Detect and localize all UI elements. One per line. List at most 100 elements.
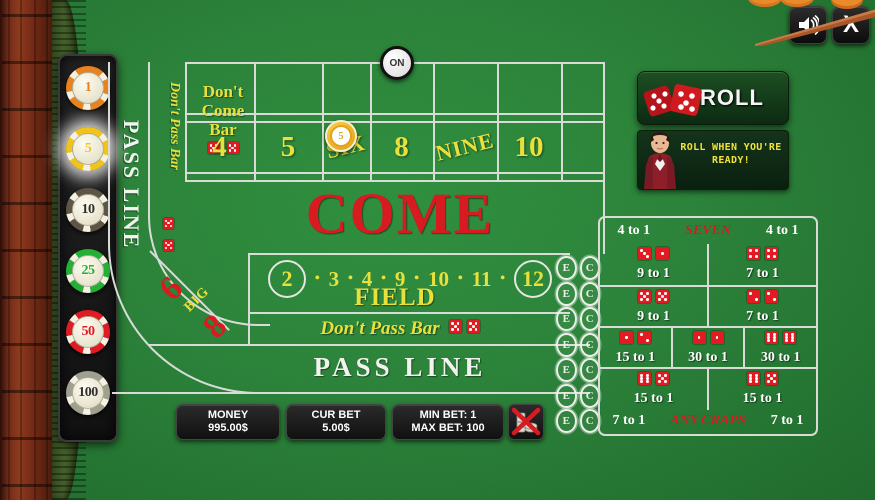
prop-payout: 15 to 1 bbox=[742, 391, 783, 406]
die-face-6 bbox=[638, 372, 651, 385]
point-box-9[interactable]: NINE bbox=[430, 116, 500, 177]
close-icon: X bbox=[842, 11, 859, 38]
bet-e-0[interactable]: E bbox=[556, 256, 577, 280]
e-c-pair-6: EC bbox=[556, 409, 600, 433]
bet-c-1[interactable]: C bbox=[579, 281, 600, 306]
prop-bet-6-5[interactable]: 15 to 1 bbox=[600, 369, 707, 410]
chip-10[interactable]: 10 bbox=[66, 188, 110, 232]
bet-e-5[interactable]: E bbox=[556, 383, 577, 408]
chip-face: 1 bbox=[72, 72, 104, 104]
die-face-1 bbox=[656, 247, 669, 260]
prop-bet-1-2[interactable]: 15 to 1 bbox=[600, 328, 671, 369]
prop-bet-2-2[interactable]: 7 to 1 bbox=[707, 287, 816, 328]
sound-toggle-button[interactable] bbox=[789, 6, 827, 44]
hardway-rows: 9 to 1 7 to 1 9 to 1 7 to 1 15 to 1 30 to 1 30… bbox=[600, 244, 816, 410]
die-face-6 bbox=[747, 372, 760, 385]
prop-dice bbox=[638, 247, 669, 265]
clear-bets-button[interactable] bbox=[508, 404, 544, 440]
field-label: FIELD bbox=[354, 284, 436, 311]
bet-c-3[interactable]: C bbox=[579, 332, 600, 357]
min-bet-label: MIN BET: 1 bbox=[419, 409, 477, 421]
chip-value-25: 25 bbox=[81, 263, 96, 278]
die-face-5 bbox=[466, 320, 480, 333]
chip-1[interactable]: 1 bbox=[66, 66, 110, 110]
dealer-avatar bbox=[640, 131, 680, 189]
die-face-6 bbox=[765, 331, 779, 344]
prop-bet-4-4[interactable]: 7 to 1 bbox=[707, 244, 816, 285]
bet-c-4[interactable]: C bbox=[579, 358, 600, 382]
dont-pass-bar-vertical-dice bbox=[163, 214, 174, 258]
point-box-8[interactable]: 8 bbox=[372, 123, 431, 171]
e-c-bets-column: ECECECECECECEC bbox=[556, 256, 600, 436]
dont-pass-bar-area[interactable]: Don't Pass Bar bbox=[250, 318, 550, 340]
prop-bet-3-1[interactable]: 9 to 1 bbox=[600, 244, 707, 285]
bet-e-2[interactable]: E bbox=[556, 307, 577, 331]
bet-c-0[interactable]: C bbox=[579, 256, 600, 280]
dice-pair bbox=[619, 331, 651, 344]
chip-100[interactable]: 100 bbox=[66, 371, 110, 415]
prop-payout: 30 to 1 bbox=[760, 350, 801, 365]
field-number-2[interactable]: 2 bbox=[268, 260, 306, 298]
bet-e-6[interactable]: E bbox=[556, 409, 577, 433]
placed-bet-chip[interactable]: 5 bbox=[325, 120, 357, 152]
point-box-10[interactable]: 10 bbox=[499, 123, 559, 171]
prop-dice bbox=[638, 290, 669, 308]
seven-bet-row[interactable]: 4 to 1 SEVEN 4 to 1 bbox=[600, 218, 816, 244]
prop-bet-1-1[interactable]: 30 to 1 bbox=[670, 328, 744, 369]
prop-bet-6-6[interactable]: 30 to 1 bbox=[743, 328, 816, 369]
field-number-12[interactable]: 12 bbox=[514, 260, 552, 298]
current-bet-display: CUR BET 5.00$ bbox=[286, 404, 386, 440]
prop-payout: 15 to 1 bbox=[615, 350, 656, 365]
dice-pair bbox=[638, 247, 669, 260]
field-separator-dot: • bbox=[314, 270, 321, 287]
roll-button[interactable]: ROLL bbox=[637, 71, 789, 125]
chip-5[interactable]: 5 bbox=[66, 127, 110, 171]
any-craps-bet-row[interactable]: 7 to 1 ANY CRAPS 7 to 1 bbox=[600, 408, 816, 434]
point-box-5[interactable]: 5 bbox=[256, 123, 320, 171]
die-face-1 bbox=[619, 331, 633, 344]
prop-dice bbox=[747, 290, 778, 308]
chip-face: 50 bbox=[72, 316, 104, 348]
max-bet-label: MAX BET: 100 bbox=[411, 422, 485, 434]
bet-e-1[interactable]: E bbox=[556, 281, 577, 306]
pass-line-area[interactable]: PASS LINE bbox=[210, 352, 590, 383]
close-button[interactable]: X bbox=[832, 6, 870, 44]
die-face-4 bbox=[747, 247, 760, 260]
bet-c-6[interactable]: C bbox=[579, 409, 600, 433]
prop-payout: 15 to 1 bbox=[633, 391, 674, 406]
layout-line bbox=[148, 344, 590, 346]
prop-payout: 9 to 1 bbox=[637, 309, 670, 324]
field-number-11[interactable]: 11 bbox=[472, 267, 492, 292]
prop-payout: 7 to 1 bbox=[746, 309, 779, 324]
roll-button-label: ROLL bbox=[700, 85, 764, 110]
prop-bet-6-5[interactable]: 15 to 1 bbox=[707, 369, 816, 410]
chip-25[interactable]: 25 bbox=[66, 249, 110, 293]
chip-value-10: 10 bbox=[81, 202, 96, 217]
pass-line-vertical-label[interactable]: PASS LINE bbox=[118, 120, 144, 249]
placed-bet-chip-value: 5 bbox=[330, 125, 352, 147]
speaker-icon bbox=[799, 15, 819, 35]
layout-line bbox=[185, 172, 605, 174]
layout-line bbox=[322, 62, 324, 182]
dont-pass-bar-dice bbox=[448, 320, 480, 338]
seven-left-payout: 4 to 1 bbox=[617, 223, 651, 238]
bet-e-4[interactable]: E bbox=[556, 358, 577, 382]
bet-c-2[interactable]: C bbox=[579, 307, 600, 331]
dealer-message-box: ROLL WHEN YOU'RE READY! bbox=[637, 130, 789, 190]
die-face-5 bbox=[163, 217, 174, 229]
dont-pass-bar-vertical-label[interactable]: Don't Pass Bar bbox=[160, 82, 182, 170]
die-face-2 bbox=[747, 290, 760, 303]
die-face-5 bbox=[656, 372, 669, 385]
on-puck: ON bbox=[380, 46, 414, 80]
come-area[interactable]: COME bbox=[250, 180, 550, 247]
point-box-4[interactable]: 4 bbox=[187, 123, 252, 171]
current-bet-label: CUR BET bbox=[311, 409, 361, 421]
bet-e-3[interactable]: E bbox=[556, 332, 577, 357]
bet-limits-display: MIN BET: 1 MAX BET: 100 bbox=[392, 404, 504, 440]
hardway-row-1: 9 to 1 7 to 1 bbox=[600, 285, 816, 328]
bet-c-5[interactable]: C bbox=[579, 383, 600, 408]
any-craps-label: ANY CRAPS bbox=[670, 413, 746, 428]
prop-bet-5-5[interactable]: 9 to 1 bbox=[600, 287, 707, 328]
hardway-row-3: 15 to 1 15 to 1 bbox=[600, 367, 816, 410]
chip-50[interactable]: 50 bbox=[66, 310, 110, 354]
